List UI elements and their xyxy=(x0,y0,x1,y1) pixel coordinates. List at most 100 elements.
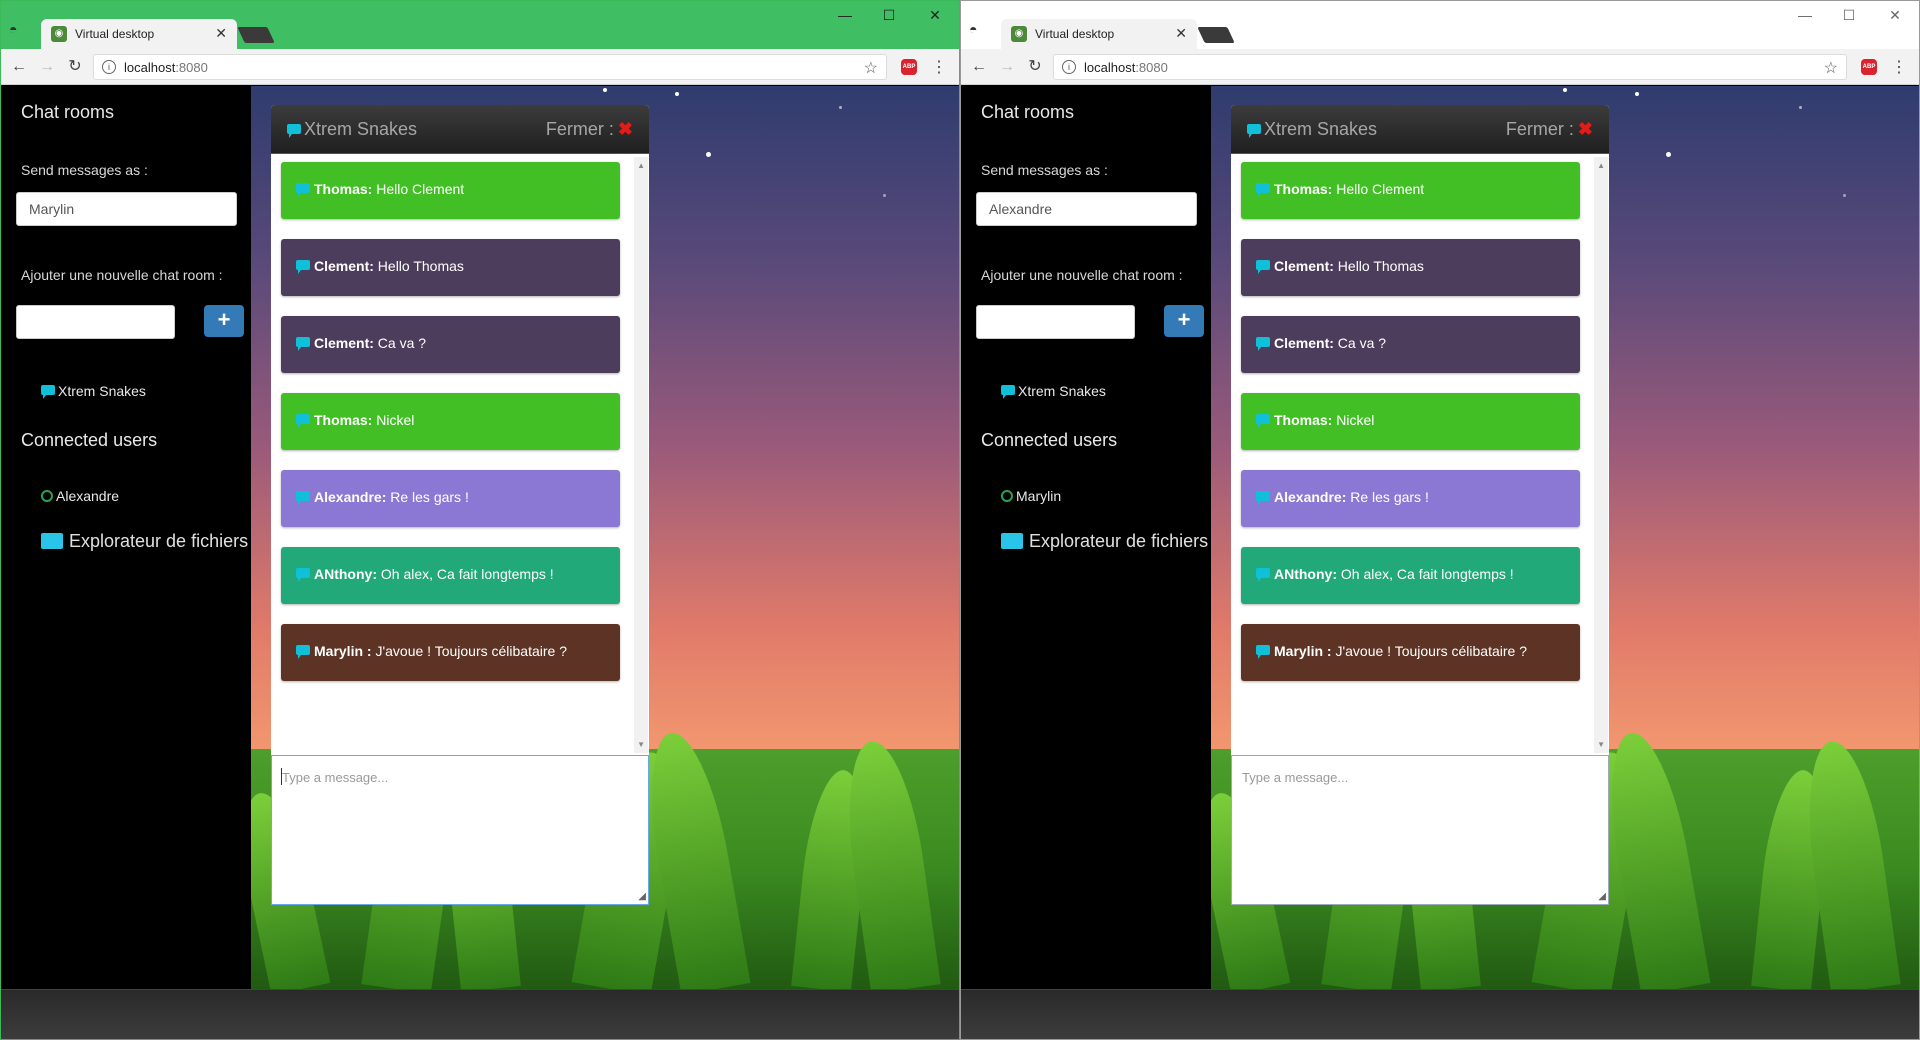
url-host: localhost xyxy=(1084,60,1136,75)
resize-handle-icon[interactable]: ◢ xyxy=(1598,891,1606,902)
back-icon[interactable]: ← xyxy=(9,57,29,77)
chat-bubble-icon xyxy=(41,385,55,399)
chat-bubble-icon xyxy=(1256,491,1270,505)
adblock-icon[interactable]: ABP xyxy=(1861,59,1877,75)
new-tab-button[interactable] xyxy=(237,27,275,43)
forward-icon[interactable]: → xyxy=(37,57,57,77)
chat-bubble-icon xyxy=(1256,337,1270,351)
star-dot xyxy=(675,92,679,96)
new-tab-button[interactable] xyxy=(1197,27,1235,43)
message-text: Nickel xyxy=(1332,412,1375,428)
browser-tab[interactable]: ◉ Virtual desktop ✕ xyxy=(41,19,237,49)
online-status-icon xyxy=(1001,490,1013,502)
menu-icon[interactable]: ⋮ xyxy=(931,57,947,77)
close-chat-button[interactable]: Fermer : ✖ xyxy=(546,119,633,140)
menu-icon[interactable]: ⋮ xyxy=(1891,57,1907,77)
new-room-input[interactable] xyxy=(16,305,175,339)
sidebar: Chat rooms Send messages as : Alexandre … xyxy=(961,86,1211,989)
star-dot xyxy=(839,106,842,109)
new-room-input[interactable] xyxy=(976,305,1135,339)
star-dot xyxy=(883,194,886,197)
message-text: Ca va ? xyxy=(1333,335,1387,351)
file-explorer-link[interactable]: Explorateur de fichiers xyxy=(1001,531,1208,552)
favicon-icon: ◉ xyxy=(1011,26,1027,42)
chat-rooms-heading: Chat rooms xyxy=(21,102,115,122)
star-dot xyxy=(1635,92,1639,96)
address-bar[interactable]: i localhost:8080 ☆ xyxy=(93,54,887,80)
forward-icon[interactable]: → xyxy=(997,57,1017,77)
resize-handle-icon[interactable]: ◢ xyxy=(638,891,646,902)
info-icon[interactable]: i xyxy=(1062,60,1076,74)
chat-title-text: Xtrem Snakes xyxy=(304,119,418,139)
minimize-button[interactable]: — xyxy=(1789,7,1821,27)
message-author: Clement: xyxy=(1274,258,1334,274)
reload-icon[interactable]: ↻ xyxy=(65,57,85,77)
chat-bubble-icon xyxy=(296,337,310,351)
page: Chat rooms Send messages as : Alexandre … xyxy=(961,86,1919,1039)
message-text: J'avoue ! Toujours célibataire ? xyxy=(1331,643,1527,659)
folder-icon xyxy=(1001,533,1023,549)
connected-users-heading: Connected users xyxy=(21,430,158,450)
add-room-button[interactable]: + xyxy=(204,305,244,337)
message-placeholder: Type a message... xyxy=(282,770,389,785)
online-status-icon xyxy=(41,490,53,502)
sidebar-item-room[interactable]: Xtrem Snakes xyxy=(41,383,146,399)
tab-title: Virtual desktop xyxy=(75,27,155,41)
sidebar-item-room[interactable]: Xtrem Snakes xyxy=(1001,383,1106,399)
scroll-down-icon[interactable]: ▼ xyxy=(637,740,645,749)
scroll-up-icon[interactable]: ▲ xyxy=(637,161,645,170)
address-bar[interactable]: i localhost:8080 ☆ xyxy=(1053,54,1847,80)
back-icon[interactable]: ← xyxy=(969,57,989,77)
add-room-button[interactable]: + xyxy=(1164,305,1204,337)
chat-bubble-icon xyxy=(296,645,310,659)
chat-bubble-icon xyxy=(1256,568,1270,582)
connected-user[interactable]: Marylin xyxy=(1001,488,1061,504)
message: Alexandre: Re les gars ! xyxy=(1241,470,1580,527)
title-bar: ◓ ◉ Virtual desktop ✕ — ☐ ✕ xyxy=(1,1,959,49)
info-icon[interactable]: i xyxy=(102,60,116,74)
message: Clement: Ca va ? xyxy=(1241,316,1580,373)
tab-close-icon[interactable]: ✕ xyxy=(1175,25,1187,42)
close-window-button[interactable]: ✕ xyxy=(919,7,951,27)
chat-title-text: Xtrem Snakes xyxy=(1264,119,1378,139)
message: Thomas: Nickel xyxy=(281,393,620,450)
connected-users-heading: Connected users xyxy=(981,430,1118,450)
scrollbar[interactable]: ▲ ▼ xyxy=(1594,157,1608,753)
message: Marylin : J'avoue ! Toujours célibataire… xyxy=(281,624,620,681)
minimize-button[interactable]: — xyxy=(829,7,861,27)
close-icon: ✖ xyxy=(1577,119,1593,139)
message: ANthony: Oh alex, Ca fait longtemps ! xyxy=(281,547,620,604)
scroll-up-icon[interactable]: ▲ xyxy=(1597,161,1605,170)
tab-close-icon[interactable]: ✕ xyxy=(215,25,227,42)
star-dot xyxy=(1799,106,1802,109)
message-author: Marylin : xyxy=(314,643,372,659)
message-input[interactable]: Type a message... ◢ xyxy=(271,755,649,905)
message-input[interactable]: Type a message... ◢ xyxy=(1231,755,1609,905)
maximize-button[interactable]: ☐ xyxy=(1833,7,1865,27)
star-dot xyxy=(1843,194,1846,197)
message-text: Re les gars ! xyxy=(1346,489,1429,505)
close-window-button[interactable]: ✕ xyxy=(1879,7,1911,27)
scroll-down-icon[interactable]: ▼ xyxy=(1597,740,1605,749)
username-input[interactable]: Marylin xyxy=(16,192,237,226)
chat-header: Xtrem Snakes Fermer : ✖ xyxy=(271,105,649,154)
bookmark-star-icon[interactable]: ☆ xyxy=(1824,58,1838,78)
message-author: Thomas: xyxy=(314,412,373,428)
message-text: Nickel xyxy=(372,412,415,428)
reload-icon[interactable]: ↻ xyxy=(1025,57,1045,77)
bookmark-star-icon[interactable]: ☆ xyxy=(864,58,878,78)
incognito-icon: ◓ xyxy=(9,21,18,37)
connected-user[interactable]: Alexandre xyxy=(41,488,119,504)
browser-tab[interactable]: ◉ Virtual desktop ✕ xyxy=(1001,19,1197,49)
scrollbar[interactable]: ▲ ▼ xyxy=(634,157,648,753)
favicon-icon: ◉ xyxy=(51,26,67,42)
adblock-icon[interactable]: ABP xyxy=(901,59,917,75)
message-author: Thomas: xyxy=(1274,412,1333,428)
file-explorer-link[interactable]: Explorateur de fichiers xyxy=(41,531,248,552)
connected-user-name: Alexandre xyxy=(56,488,120,504)
maximize-button[interactable]: ☐ xyxy=(873,7,905,27)
connected-user-name: Marylin xyxy=(1016,488,1062,504)
message-text: Hello Thomas xyxy=(373,258,464,274)
close-chat-button[interactable]: Fermer : ✖ xyxy=(1506,119,1593,140)
username-input[interactable]: Alexandre xyxy=(976,192,1197,226)
